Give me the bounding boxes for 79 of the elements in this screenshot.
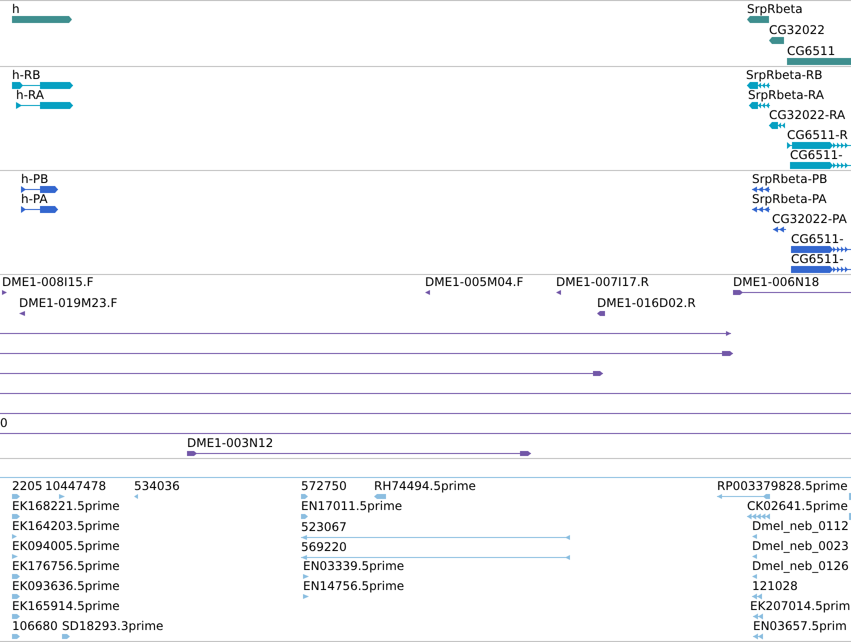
gene-model[interactable] [12, 82, 73, 89]
gene-model[interactable] [791, 266, 851, 273]
gene-model[interactable] [787, 142, 851, 149]
feature-label: SrpRbeta-RB [746, 68, 822, 82]
feature-label: SrpRbeta-RA [748, 88, 824, 102]
feature-line[interactable] [0, 370, 603, 377]
feature-label: DME1-016D02.R [597, 296, 696, 310]
feature-arrow-icon[interactable] [2, 289, 7, 296]
gene-model[interactable] [752, 206, 770, 213]
gene-model[interactable] [747, 82, 770, 89]
gene-model[interactable] [791, 246, 851, 253]
feature-label: EK176756.5prime [12, 559, 120, 573]
feature-line[interactable] [0, 330, 731, 337]
feature-label: Dmel_neb_0126 [752, 559, 849, 573]
feature-arrow-icon[interactable] [425, 289, 430, 296]
feature-label: SD18293.3prime [62, 619, 164, 633]
feature-label: CG32022-RA [769, 108, 846, 122]
feature-label: 569220 [301, 540, 347, 554]
feature-label: Dmel_neb_0112 [752, 519, 849, 533]
feature-label: 523067 [301, 520, 347, 534]
feature-label: DME1-006N18 [733, 275, 820, 289]
feature-label: EK168221.5prime [12, 499, 120, 513]
feature-label: CG6511- [790, 148, 843, 162]
feature-label: EN03657.5prim [753, 619, 847, 633]
gene-model[interactable] [769, 122, 785, 129]
feature-label: DME1-007I17.R [556, 275, 650, 289]
feature-label: EN03339.5prime [303, 559, 404, 573]
feature-label: CG6511-R [787, 128, 848, 142]
feature-label: RH74494.5prime [374, 479, 476, 493]
feature-label: CG6511- [791, 252, 844, 266]
feature-arrow-icon[interactable] [556, 289, 561, 296]
feature-label: 10447478 [45, 479, 106, 493]
gene-model[interactable] [790, 162, 851, 169]
feature-label: DME1-019M23.F [19, 296, 118, 310]
feature-label: 2205 [12, 479, 43, 493]
gene-model[interactable] [16, 102, 73, 109]
feature-label: CK02641.5prime [747, 499, 848, 513]
feature-label: h-RA [16, 88, 44, 102]
feature-label: DME1-008I15.F [2, 275, 94, 289]
feature-label: Dmel_neb_0023 [752, 539, 849, 553]
feature-label: DME1-003N12 [187, 436, 274, 450]
feature-label: CG32022 [769, 23, 825, 37]
feature-label: 106680 [12, 619, 58, 633]
feature-label: EN17011.5prime [301, 499, 402, 513]
feature-label: 534036 [134, 479, 180, 493]
feature-line[interactable] [0, 350, 733, 357]
feature-label: CG32022-PA [772, 212, 847, 226]
feature-label: 0 [0, 416, 8, 430]
gene-model[interactable] [752, 186, 770, 193]
gene-model[interactable] [21, 186, 58, 193]
gene-model[interactable] [749, 102, 770, 109]
feature-label: 121028 [752, 579, 798, 593]
feature-label: h-PB [21, 172, 48, 186]
feature-bar[interactable] [769, 37, 784, 44]
feature-label: h [12, 2, 20, 16]
feature-label: EK165914.5prime [12, 599, 120, 613]
feature-label: SrpRbeta [747, 2, 803, 16]
feature-bar[interactable] [12, 16, 72, 23]
feature-label: CG6511- [791, 232, 844, 246]
feature-label: EN14756.5prime [303, 579, 404, 593]
feature-arrow-icon[interactable] [19, 310, 25, 317]
feature-label: 572750 [301, 479, 347, 493]
feature-label: EK094005.5prime [12, 539, 120, 553]
feature-label: h-PA [21, 192, 48, 206]
feature-bar[interactable] [747, 16, 769, 23]
feature-label: DME1-005M04.F [425, 275, 524, 289]
feature-arrow-icon[interactable] [597, 310, 605, 317]
feature-line[interactable] [733, 289, 851, 296]
feature-line[interactable] [187, 450, 531, 457]
feature-label: RP003379828.5prime [717, 479, 848, 493]
feature-label: EK093636.5prime [12, 579, 120, 593]
feature-label: CG6511 [787, 44, 836, 58]
gene-model[interactable] [773, 226, 786, 233]
feature-label: SrpRbeta-PA [752, 192, 827, 206]
feature-label: EK207014.5prim [750, 599, 850, 613]
feature-label: SrpRbeta-PB [752, 172, 828, 186]
feature-label: h-RB [12, 68, 41, 82]
gene-model[interactable] [21, 206, 58, 213]
feature-label: EK164203.5prime [12, 519, 120, 533]
